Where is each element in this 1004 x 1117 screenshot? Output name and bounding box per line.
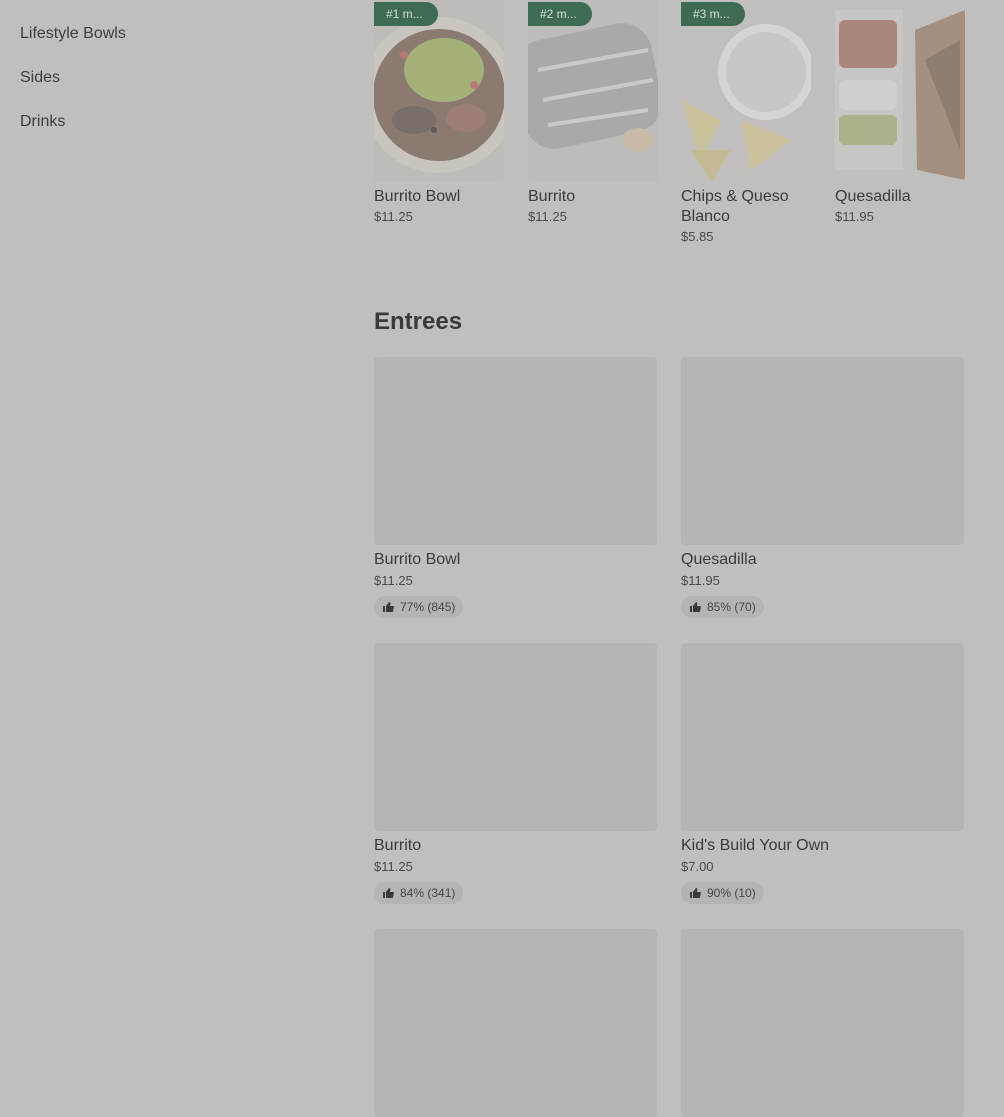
popular-card-quesadilla[interactable]: Quesadilla $11.95: [835, 0, 965, 224]
item-name: Burrito Bowl: [374, 551, 461, 568]
thumbs-up-icon: [690, 602, 701, 612]
item-price: $11.95: [681, 573, 720, 588]
card-name: Quesadilla: [835, 188, 911, 205]
item-price: $11.25: [374, 573, 413, 588]
sidebar-item-drinks[interactable]: Drinks: [20, 110, 126, 154]
rating-pill: 77% (845): [374, 596, 464, 618]
popular-carousel: #1 m... Burrito Bowl $11.25 #2 m... Burr…: [374, 0, 965, 250]
quesadilla-image: [835, 0, 965, 182]
chips-queso-image: #3 m...: [681, 0, 811, 182]
menu-item[interactable]: [681, 929, 964, 1117]
item-image-placeholder: [374, 643, 657, 831]
rank-badge: #2 m...: [528, 2, 592, 26]
rating-text: 85% (70): [707, 600, 756, 614]
item-name: Quesadilla: [681, 551, 757, 568]
burrito-image: #2 m...: [528, 0, 658, 182]
burrito-bowl-image: #1 m...: [374, 0, 504, 182]
sidebar-item-lifestyle-bowls[interactable]: Lifestyle Bowls: [20, 22, 126, 66]
card-name: Chips & Queso Blanco: [681, 188, 789, 225]
thumbs-up-icon: [383, 602, 394, 612]
rating-text: 90% (10): [707, 886, 756, 900]
menu-item[interactable]: [374, 929, 657, 1117]
thumbs-up-icon: [690, 888, 701, 898]
rating-text: 84% (341): [400, 886, 456, 900]
item-price: $11.25: [374, 859, 413, 874]
popular-card-burrito-bowl[interactable]: #1 m... Burrito Bowl $11.25: [374, 0, 504, 224]
card-price: $5.85: [681, 229, 714, 244]
item-price: $7.00: [681, 859, 714, 874]
thumbs-up-icon: [383, 888, 394, 898]
section-title-entrees: Entrees: [374, 308, 463, 335]
rank-badge: #3 m...: [681, 2, 745, 26]
item-image-placeholder: [681, 357, 964, 545]
category-sidebar: Lifestyle Bowls Sides Drinks: [20, 22, 126, 154]
card-price: $11.95: [835, 209, 874, 224]
menu-item-quesadilla[interactable]: Quesadilla $11.95 85% (70): [681, 357, 964, 618]
card-price: $11.25: [374, 209, 413, 224]
item-name: Kid's Build Your Own: [681, 837, 830, 854]
item-image-placeholder: [374, 357, 657, 545]
menu-main: #1 m... Burrito Bowl $11.25 #2 m... Burr…: [374, 0, 965, 1117]
sidebar-item-sides[interactable]: Sides: [20, 66, 126, 110]
rating-pill: 90% (10): [681, 882, 764, 904]
menu-item-kids-build-your-own[interactable]: Kid's Build Your Own $7.00 90% (10): [681, 643, 964, 904]
card-name: Burrito: [528, 188, 576, 205]
card-name: Burrito Bowl: [374, 188, 461, 205]
item-image-placeholder: [681, 929, 964, 1117]
item-image-placeholder: [681, 643, 964, 831]
menu-item-burrito[interactable]: Burrito $11.25 84% (341): [374, 643, 657, 904]
popular-card-chips-queso[interactable]: #3 m... Chips & Queso Blanco $5.85: [681, 0, 811, 244]
menu-item-burrito-bowl[interactable]: Burrito Bowl $11.25 77% (845): [374, 357, 657, 618]
rating-pill: 85% (70): [681, 596, 764, 618]
item-name: Burrito: [374, 837, 422, 854]
popular-card-burrito[interactable]: #2 m... Burrito $11.25: [528, 0, 658, 224]
rating-pill: 84% (341): [374, 882, 464, 904]
rank-badge: #1 m...: [374, 2, 438, 26]
card-price: $11.25: [528, 209, 567, 224]
item-image-placeholder: [374, 929, 657, 1117]
rating-text: 77% (845): [400, 600, 456, 614]
